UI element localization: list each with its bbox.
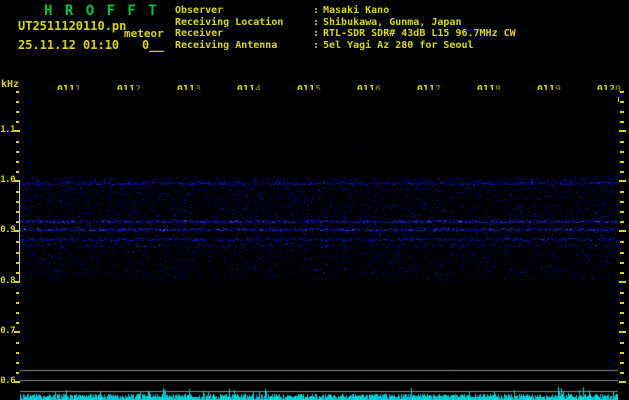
freq-tick-mark: [620, 322, 624, 324]
station-info-row: Receiving Antenna:5el Yagi Az 280 for Se…: [175, 40, 516, 52]
freq-tick-mark: [16, 101, 19, 103]
freq-tick-mark: [620, 151, 624, 153]
info-value: RTL-SDR SDR# 43dB L15 96.7MHz CW: [323, 28, 516, 39]
app-title: H R O F F T: [44, 3, 159, 19]
station-info-row: Receiving Location: Shibukawa, Gunma, Jap…: [175, 17, 516, 29]
info-label: Observer: [175, 5, 224, 16]
freq-tick-mark: [620, 272, 624, 274]
info-value: 5el Yagi Az 280 for Seoul: [323, 39, 474, 51]
freq-tick-mark: [16, 312, 19, 314]
freq-tick-mark: [620, 101, 624, 103]
freq-tick-mark: [619, 180, 626, 182]
freq-tick-mark: [620, 221, 624, 223]
freq-tick-mark: [16, 322, 19, 324]
freq-tick-mark: [620, 191, 624, 193]
freq-tick-mark: [619, 130, 626, 132]
station-info-block: Observer: Masaki Kano Receiving Location: S…: [175, 5, 516, 51]
freq-tick-mark: [16, 121, 19, 123]
info-value: Masaki Kano: [323, 5, 390, 16]
spectrogram-canvas: [20, 90, 618, 400]
station-info-row: Observer: Masaki Kano: [175, 5, 516, 17]
info-label: Receiving Location: [175, 16, 284, 28]
freq-tick-mark: [620, 362, 624, 364]
freq-tick-mark: [619, 281, 626, 283]
capture-filename: UT2511120110.pn: [18, 19, 127, 33]
freq-tick-mark: [16, 171, 19, 173]
freq-tick-mark: [16, 372, 19, 374]
freq-tick-label: 1.0: [0, 175, 15, 185]
freq-tick-label: 0.7: [0, 326, 15, 336]
freq-tick-mark: [619, 381, 626, 383]
freq-tick-mark: [620, 241, 624, 243]
freq-tick-mark: [620, 252, 624, 254]
freq-tick-mark: [620, 372, 624, 374]
freq-tick-mark: [16, 91, 19, 93]
freq-tick-mark: [620, 201, 624, 203]
freq-tick-label: 0.9: [0, 225, 15, 235]
freq-axis-unit-label: kHz: [1, 79, 20, 90]
freq-tick-mark: [620, 91, 624, 93]
freq-tick-mark: [620, 352, 624, 354]
info-value: Shibukawa, Gunma, Japan: [323, 16, 462, 28]
freq-tick-mark: [620, 262, 624, 264]
observed-band-marker: [19, 180, 20, 281]
freq-tick-label: 0.8: [0, 276, 15, 286]
freq-tick-mark: [620, 312, 624, 314]
freq-tick-mark: [16, 292, 19, 294]
freq-tick-mark: [620, 292, 624, 294]
freq-tick-mark: [619, 230, 626, 232]
freq-tick-mark: [16, 352, 19, 354]
freq-tick-mark: [16, 111, 19, 113]
freq-tick-mark: [16, 161, 19, 163]
capture-datetime: 25.11.12 01:10: [18, 38, 120, 52]
freq-tick-mark: [620, 111, 624, 113]
freq-tick-label: 1.1: [0, 125, 15, 135]
freq-tick-mark: [620, 121, 624, 123]
hrofft-screen: H R O F F T UT2511120110.pn meteor 25.11…: [0, 0, 629, 400]
freq-tick-mark: [619, 331, 626, 333]
info-label: Receiver: [175, 28, 224, 39]
station-info-row: Receiver: RTL-SDR SDR# 43dB L15 96.7MHz C…: [175, 28, 516, 40]
info-label: Receiving Antenna: [175, 39, 278, 51]
info-colon: :: [313, 28, 320, 39]
freq-tick-mark: [16, 302, 19, 304]
info-colon: :: [313, 16, 320, 28]
freq-tick-mark: [16, 151, 19, 153]
freq-tick-mark: [620, 171, 624, 173]
info-colon: :: [313, 5, 320, 16]
freq-tick-mark: [620, 211, 624, 213]
freq-tick-mark: [16, 342, 19, 344]
freq-tick-mark: [16, 362, 19, 364]
freq-tick-mark: [620, 302, 624, 304]
time-tick-mark: [618, 97, 619, 102]
info-colon: :: [313, 39, 320, 51]
freq-tick-mark: [620, 141, 624, 143]
freq-tick-label: 0.6: [0, 376, 15, 386]
freq-tick-mark: [16, 141, 19, 143]
freq-tick-mark: [620, 342, 624, 344]
echo-count: 0__: [142, 38, 164, 52]
freq-tick-mark: [620, 161, 624, 163]
